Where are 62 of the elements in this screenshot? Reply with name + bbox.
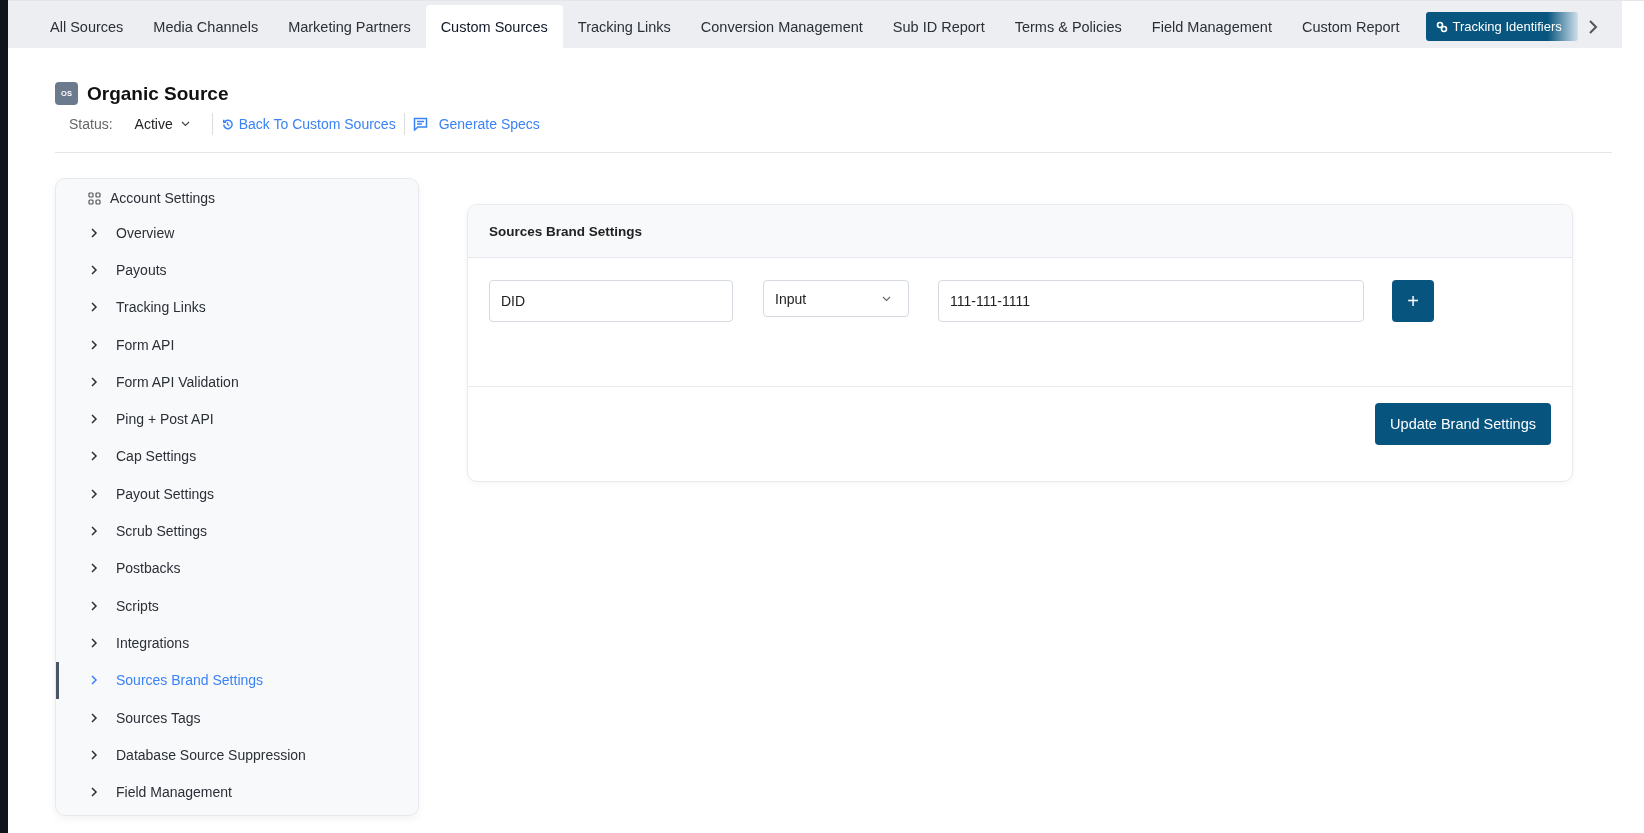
nav-tab[interactable]: Sub ID Report	[877, 5, 1000, 48]
sidebar-item[interactable]: Field Management	[56, 773, 418, 811]
chevron-icon	[90, 599, 98, 612]
link-icon	[1436, 20, 1449, 33]
sidebar-item[interactable]: Scripts	[56, 586, 418, 625]
chevron-icon	[90, 338, 98, 351]
sidebar-item[interactable]: Sources Tags	[56, 698, 418, 737]
chevron-icon	[90, 636, 98, 649]
grid-icon	[88, 191, 101, 205]
nav-tab[interactable]: Custom Report	[1286, 5, 1415, 48]
update-brand-settings-button[interactable]: Update Brand Settings	[1375, 403, 1551, 445]
nav-tab[interactable]: All Sources	[35, 5, 139, 48]
type-dropdown[interactable]: Input	[763, 280, 909, 317]
nav-tab[interactable]: Custom Sources	[425, 5, 563, 48]
caret-icon	[180, 121, 190, 127]
nav-tab[interactable]: Marketing Partners	[273, 5, 426, 48]
chevron-icon	[90, 375, 98, 388]
chevron-icon	[90, 786, 98, 799]
page-title: Organic Source	[87, 82, 229, 105]
nav-tab[interactable]: Tracking Links	[562, 5, 686, 48]
add-button[interactable]: +	[1392, 280, 1434, 322]
chevron-icon	[90, 450, 98, 463]
chevron-icon	[90, 525, 98, 537]
generate-specs-link[interactable]: Generate Specs	[403, 113, 548, 135]
sidebar-item[interactable]: Cap Settings	[56, 437, 418, 476]
value-field[interactable]: 111-111-1111	[938, 280, 1364, 322]
nav-tab[interactable]: Field Management	[1136, 5, 1287, 48]
card-title: Sources Brand Settings	[468, 205, 1572, 258]
sidebar-item[interactable]: Integrations	[56, 624, 418, 662]
sidebar-item[interactable]: Scrub Settings	[56, 512, 418, 550]
back-link[interactable]: Back To Custom Sources	[212, 113, 404, 135]
sidebar-item[interactable]: Sources Brand Settings	[56, 661, 418, 699]
sidebar-item[interactable]: Payouts	[56, 251, 418, 289]
caret-icon	[882, 295, 891, 302]
name-field[interactable]: DID	[489, 280, 733, 322]
sidebar-item[interactable]: Ping + Post API	[56, 400, 418, 438]
tracking-identifiers-button[interactable]: Tracking Identifiers	[1426, 12, 1578, 41]
message-icon	[412, 117, 428, 131]
chevron-icon	[90, 301, 98, 314]
chevron-icon	[90, 226, 98, 239]
nav-tab[interactable]: Media Channels	[138, 5, 274, 48]
chevron-icon	[90, 674, 98, 687]
sidebar-item[interactable]: Form API Validation	[56, 363, 418, 401]
nav-tab[interactable]: Conversion Management	[685, 5, 878, 48]
status-label: Status:	[69, 116, 113, 132]
scroll-right-icon[interactable]	[1587, 18, 1598, 35]
sidebar-item[interactable]: Form API	[56, 325, 418, 364]
chevron-icon	[90, 413, 98, 426]
sidebar-item[interactable]: Payout Settings	[56, 475, 418, 513]
history-icon	[220, 117, 234, 131]
sidebar-item[interactable]: Postbacks	[56, 549, 418, 587]
chevron-icon	[90, 562, 98, 575]
nav-tab[interactable]: Terms & Policies	[999, 5, 1137, 48]
section-heading: Account Settings	[56, 182, 418, 214]
sidebar-item[interactable]: Overview	[56, 214, 418, 252]
chevron-icon	[90, 711, 98, 724]
chevron-icon	[90, 263, 98, 276]
status-dropdown[interactable]: Active	[134, 113, 213, 135]
sidebar-item[interactable]: Tracking Links	[56, 288, 418, 326]
chevron-icon	[90, 487, 98, 500]
chevron-icon	[90, 748, 98, 761]
sidebar-item[interactable]: Database Source Suppression	[56, 736, 418, 774]
